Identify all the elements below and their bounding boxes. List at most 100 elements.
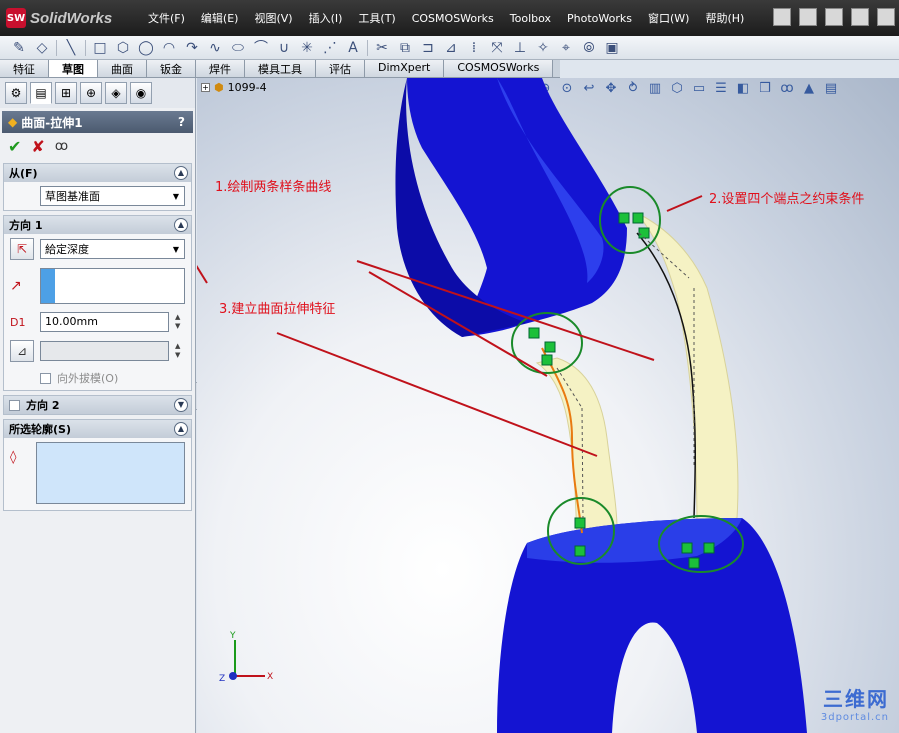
relation-marker — [703, 542, 715, 554]
offset-entities-icon[interactable]: ⊐ — [419, 40, 437, 56]
menu-file[interactable]: 文件(F) — [140, 10, 193, 26]
direction2-group-header[interactable]: 方向 2 ▼ — [4, 396, 191, 414]
sketch-toolbar: ✎ ◇ ╲ □ ⬡ ◯ ◠ ↷ ∿ ⬭ ⌒ ∪ ✳ ⋰ A ✂ ⧉ ⊐ ⊿ ⁞ … — [0, 36, 899, 60]
cancel-button[interactable]: ✘ — [31, 137, 44, 156]
arc-icon[interactable]: ◠ — [160, 40, 178, 56]
menu-insert[interactable]: 插入(I) — [301, 10, 351, 26]
from-row: 草图基准面 ▼ — [4, 182, 191, 210]
direction-arrow-icon: ↗ — [10, 278, 22, 294]
from-select[interactable]: 草图基准面 ▼ — [40, 186, 185, 206]
help-button[interactable]: ? — [178, 115, 185, 129]
tab-sketch[interactable]: 草图 — [49, 60, 98, 77]
direction2-group: 方向 2 ▼ — [3, 395, 192, 415]
move-entities-icon[interactable]: ⤧ — [488, 40, 506, 56]
text-icon[interactable]: A — [344, 40, 362, 56]
end-condition-value: 給定深度 — [45, 243, 89, 256]
menu-photoworks[interactable]: PhotoWorks — [559, 12, 640, 25]
polygon-icon[interactable]: ⬡ — [114, 40, 132, 56]
fillet-icon[interactable]: ⌒ — [252, 40, 270, 56]
draft-outward-checkbox[interactable] — [40, 372, 51, 384]
collapse-icon[interactable]: ▲ — [174, 218, 188, 232]
collapse-icon[interactable]: ▲ — [174, 166, 188, 180]
centerline-icon[interactable]: ⋰ — [321, 40, 339, 56]
display-manager-tab[interactable]: ◈ — [105, 82, 127, 104]
tab-mold-tools[interactable]: 模具工具 — [245, 60, 316, 77]
tab-surfaces[interactable]: 曲面 — [98, 60, 147, 77]
direction-vector-listbox[interactable] — [40, 268, 185, 304]
instant-3d-icon[interactable]: ▣ — [603, 40, 621, 56]
ellipse-icon[interactable]: ⬭ — [229, 40, 247, 56]
circle-icon[interactable]: ◯ — [137, 40, 155, 56]
tab-cosmosworks[interactable]: COSMOSWorks — [444, 60, 554, 77]
menu-view[interactable]: 视图(V) — [246, 10, 300, 26]
draft-angle-input[interactable] — [40, 341, 169, 361]
mirror-icon[interactable]: ⊿ — [442, 40, 460, 56]
repair-sketch-icon[interactable]: ✧ — [534, 40, 552, 56]
toolbar-divider — [85, 39, 86, 56]
point-icon[interactable]: ✳ — [298, 40, 316, 56]
tab-evaluate[interactable]: 评估 — [316, 60, 365, 77]
smart-dimension-icon[interactable]: ◇ — [33, 40, 51, 56]
contour-icon: ◊ — [10, 450, 17, 465]
menu-help[interactable]: 帮助(H) — [697, 10, 752, 26]
depth-input[interactable]: 10.00mm — [40, 312, 169, 332]
menu-edit[interactable]: 编辑(E) — [193, 10, 247, 26]
trim-icon[interactable]: ✂ — [373, 40, 391, 56]
quick-snaps-icon[interactable]: ⌖ — [557, 40, 575, 56]
reverse-direction-icon[interactable]: ⇱ — [10, 238, 34, 260]
rapid-sketch-icon[interactable]: ⦾ — [580, 40, 598, 56]
pin-icon[interactable] — [773, 8, 791, 26]
linear-pattern-icon[interactable]: ⁞ — [465, 40, 483, 56]
appearance-tab[interactable]: ◉ — [130, 82, 152, 104]
toolbar-divider — [367, 39, 368, 56]
from-group: 从(F) ▲ 草图基准面 ▼ — [3, 163, 192, 211]
rectangle-icon[interactable]: □ — [91, 40, 109, 56]
relation-marker — [688, 557, 700, 569]
direction1-group-header[interactable]: 方向 1 ▲ — [4, 216, 191, 234]
app-logo: SW SolidWorks — [6, 8, 140, 28]
selected-contours-listbox[interactable] — [36, 442, 185, 504]
menu-window[interactable]: 窗口(W) — [640, 10, 697, 26]
feature-manager-tab[interactable]: ⚙ — [5, 82, 27, 104]
convert-entities-icon[interactable]: ⧉ — [396, 40, 414, 56]
menu-toolbox[interactable]: Toolbox — [502, 12, 559, 25]
offset-icon[interactable]: ∪ — [275, 40, 293, 56]
annotation-set-constraints: 2.设置四个端点之约束条件 — [709, 192, 865, 207]
new-document-icon[interactable] — [799, 8, 817, 26]
relation-marker — [541, 354, 553, 366]
tab-weldments[interactable]: 焊件 — [196, 60, 245, 77]
end-condition-select[interactable]: 給定深度 ▼ — [40, 239, 185, 259]
tangent-arc-icon[interactable]: ↷ — [183, 40, 201, 56]
spline-icon[interactable]: ∿ — [206, 40, 224, 56]
graphics-area[interactable]: + ⬢ 1099-4 ⊕ ⊙ ↩ ✥ ⥁ ▥ ⬡ ▭ ☰ ◧ ❒ ꝏ ▲ ▤ — [197, 78, 899, 733]
detailed-preview-button[interactable]: ꝏ — [55, 139, 68, 154]
ok-button[interactable]: ✔ — [8, 137, 21, 156]
open-document-icon[interactable] — [825, 8, 843, 26]
line-icon[interactable]: ╲ — [62, 40, 80, 56]
print-icon[interactable] — [877, 8, 895, 26]
menu-cosmosworks[interactable]: COSMOSWorks — [404, 12, 502, 25]
sketch-icon[interactable]: ✎ — [10, 40, 28, 56]
display-relations-icon[interactable]: ⊥ — [511, 40, 529, 56]
expand-icon[interactable]: ▼ — [174, 398, 188, 412]
command-manager-tabs: 特征 草图 曲面 钣金 焊件 模具工具 评估 DimXpert COSMOSWo… — [0, 60, 560, 78]
tab-sheet-metal[interactable]: 钣金 — [147, 60, 196, 77]
configuration-manager-tab[interactable]: ⊞ — [55, 82, 77, 104]
menu-tools[interactable]: 工具(T) — [350, 10, 403, 26]
collapse-icon[interactable]: ▲ — [174, 422, 188, 436]
depth-row: D1 10.00mm ▲ ▼ — [4, 308, 191, 336]
dimxpert-manager-tab[interactable]: ⊕ — [80, 82, 102, 104]
save-icon[interactable] — [851, 8, 869, 26]
direction2-checkbox[interactable] — [9, 399, 20, 411]
annotation-arrow — [666, 195, 703, 212]
contours-group-header[interactable]: 所选轮廓(S) ▲ — [4, 420, 191, 438]
direction2-group-label: 方向 2 — [26, 399, 60, 412]
property-manager-tab[interactable]: ▤ — [30, 82, 52, 104]
draft-spinner[interactable]: ▲ ▼ — [175, 342, 185, 360]
from-select-value: 草图基准面 — [45, 190, 100, 203]
tab-features[interactable]: 特征 — [0, 60, 49, 77]
draft-icon[interactable]: ⊿ — [10, 340, 34, 362]
from-group-header[interactable]: 从(F) ▲ — [4, 164, 191, 182]
tab-dimxpert[interactable]: DimXpert — [365, 60, 445, 77]
depth-spinner[interactable]: ▲ ▼ — [175, 313, 185, 331]
